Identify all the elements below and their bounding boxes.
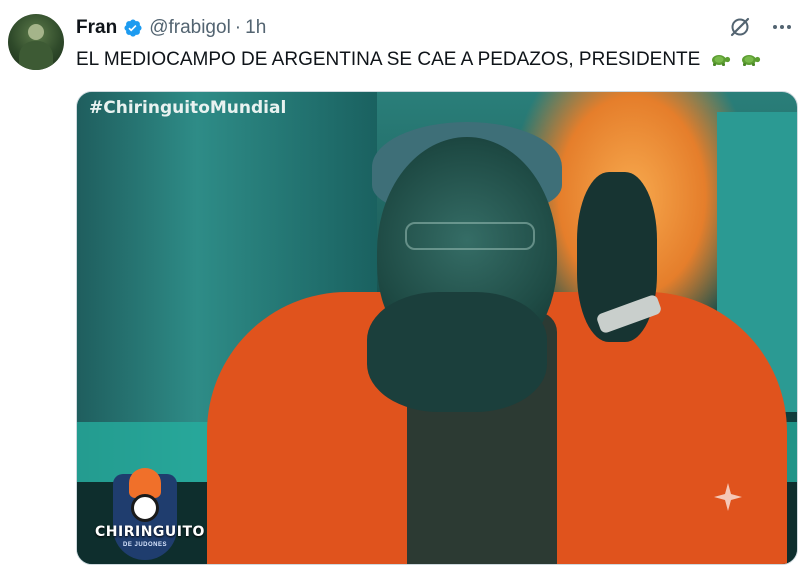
logo-subtext: DE JUDONES — [122, 542, 167, 548]
tweet-header: Fran @frabigol · 1h — [76, 16, 266, 40]
avatar-head — [28, 24, 44, 40]
turtle-icon — [709, 50, 731, 66]
person-hands — [367, 292, 547, 412]
tweet-actions-top — [727, 14, 795, 40]
separator-dot: · — [234, 17, 242, 38]
turtle-icon — [739, 50, 761, 66]
sparkle-icon — [713, 482, 743, 512]
display-name[interactable]: Fran — [76, 17, 117, 39]
more-icon[interactable] — [769, 14, 795, 40]
avatar-torso — [19, 41, 53, 70]
tweet-body: EL MEDIOCAMPO DE ARGENTINA SE CAE A PEDA… — [76, 49, 701, 70]
logo-text: CHIRINGUITO — [95, 524, 205, 540]
tweet-media-gif[interactable]: #ChiringuitoMundial CHIRINGUITO DE JUDON… — [76, 91, 798, 565]
verified-badge-icon[interactable] — [123, 18, 143, 38]
chiringuito-logo: CHIRINGUITO DE JUDONES — [95, 466, 205, 564]
tweet-text: EL MEDIOCAMPO DE ARGENTINA SE CAE A PEDA… — [76, 48, 761, 72]
grok-icon[interactable] — [727, 14, 753, 40]
media-hashtag-overlay: #ChiringuitoMundial — [89, 98, 287, 118]
soccer-ball-icon — [131, 494, 159, 522]
handle[interactable]: @frabigol — [149, 17, 231, 39]
timestamp[interactable]: 1h — [245, 17, 266, 39]
person-glasses — [405, 222, 535, 250]
avatar[interactable] — [8, 14, 64, 70]
